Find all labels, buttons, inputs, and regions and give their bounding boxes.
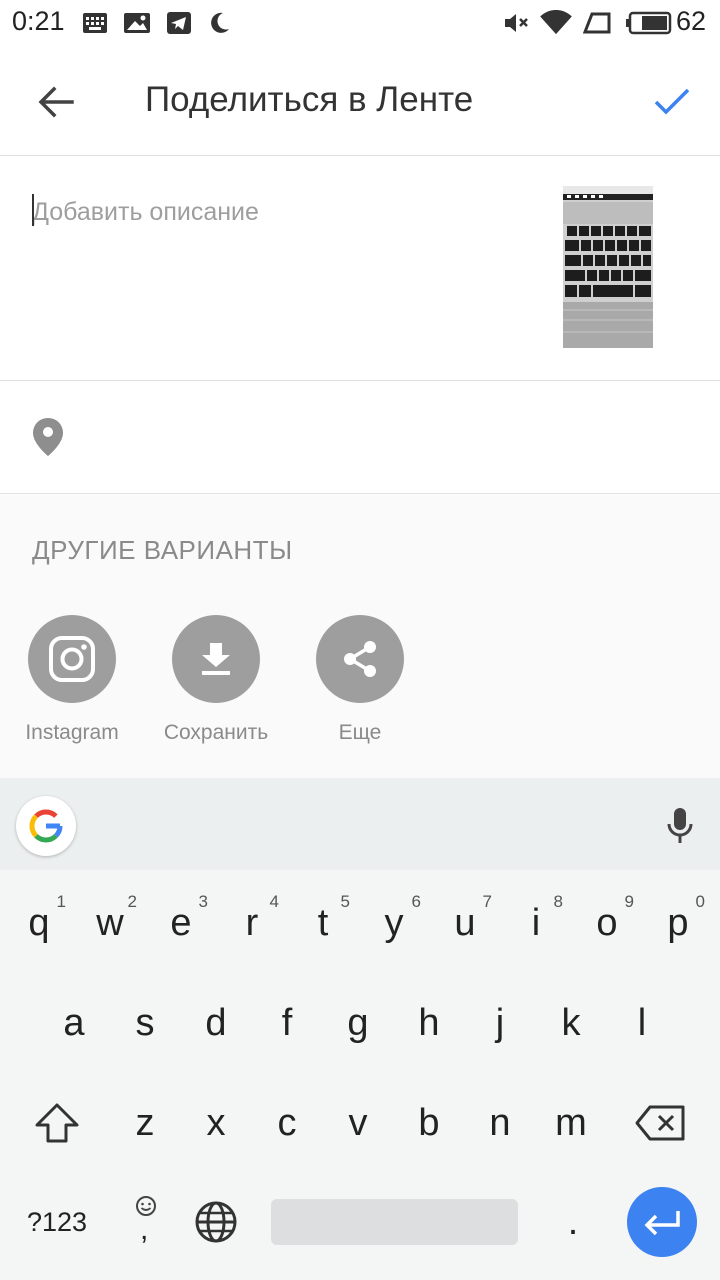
key-p[interactable]: p0 [643, 878, 713, 968]
back-button[interactable] [26, 74, 86, 130]
microphone-icon [667, 808, 693, 843]
key-y[interactable]: y6 [359, 878, 429, 968]
wifi-icon [540, 10, 572, 35]
voice-input-button[interactable] [656, 800, 704, 852]
key-x[interactable]: x [181, 1078, 251, 1168]
key-l[interactable]: l [607, 978, 677, 1068]
telegram-icon [167, 12, 191, 34]
key-m[interactable]: m [536, 1078, 606, 1168]
app-bar: Поделиться в Ленте [0, 46, 720, 156]
option-label: Сохранить [163, 721, 269, 744]
key-u[interactable]: u7 [430, 878, 500, 968]
text-cursor [32, 194, 34, 226]
enter-arrow-icon [644, 1211, 680, 1236]
battery-icon [626, 11, 672, 35]
key-o[interactable]: o9 [572, 878, 642, 968]
key-a[interactable]: a [39, 978, 109, 1068]
backspace-key[interactable] [626, 1078, 696, 1168]
key-f[interactable]: f [252, 978, 322, 1068]
post-button[interactable] [640, 72, 704, 132]
save-button[interactable]: Сохранить [146, 615, 286, 765]
key-d[interactable]: d [181, 978, 251, 1068]
photo-thumbnail[interactable] [563, 186, 653, 348]
google-search-button[interactable] [16, 796, 76, 856]
keyboard-suggestion-bar [0, 778, 720, 870]
status-bar: 0:21 62 [0, 0, 720, 46]
key-v[interactable]: v [323, 1078, 393, 1168]
arrow-back-icon [38, 86, 74, 118]
space-bar[interactable] [271, 1199, 518, 1245]
key-s[interactable]: s [110, 978, 180, 1068]
battery-level: 62 [676, 6, 707, 36]
period-key[interactable]: . [538, 1177, 608, 1267]
key-i[interactable]: i8 [501, 878, 571, 968]
key-j[interactable]: j [465, 978, 535, 1068]
signal-icon [582, 12, 611, 34]
do-not-disturb-moon-icon [211, 12, 229, 33]
description-area [0, 156, 720, 381]
key-g[interactable]: g [323, 978, 393, 1068]
key-e[interactable]: e3 [146, 878, 216, 968]
comma-label: , [140, 1213, 149, 1246]
key-w[interactable]: w2 [75, 878, 145, 968]
key-n[interactable]: n [465, 1078, 535, 1168]
backspace-icon [635, 1105, 685, 1141]
location-pin-icon [33, 418, 63, 456]
checkmark-icon [654, 88, 690, 115]
key-r[interactable]: r4 [217, 878, 287, 968]
key-k[interactable]: k [536, 978, 606, 1068]
google-g-icon [29, 809, 63, 843]
image-notification-icon [124, 13, 150, 33]
download-icon [202, 643, 230, 675]
other-options-title: ДРУГИЕ ВАРИАНТЫ [32, 535, 293, 565]
keyboard-photo-image [563, 186, 653, 348]
enter-key[interactable] [627, 1187, 697, 1257]
key-h[interactable]: h [394, 978, 464, 1068]
share-icon [344, 641, 376, 677]
key-q[interactable]: q1 [4, 878, 74, 968]
page-title: Поделиться в Ленте [145, 80, 474, 119]
more-share-button[interactable]: Еще [290, 615, 430, 765]
globe-icon [195, 1201, 237, 1243]
language-key[interactable] [181, 1177, 251, 1267]
key-c[interactable]: c [252, 1078, 322, 1168]
option-label: Instagram [25, 721, 119, 744]
keyboard-notification-icon [83, 13, 107, 33]
shift-key[interactable] [22, 1078, 92, 1168]
key-b[interactable]: b [394, 1078, 464, 1168]
symbols-key[interactable]: ?123 [14, 1177, 100, 1267]
status-time: 0:21 [12, 6, 65, 36]
shift-arrow-icon [35, 1103, 79, 1143]
emoji-comma-key[interactable]: , [110, 1177, 180, 1267]
location-row[interactable] [0, 382, 720, 494]
keyboard: q1 w2 e3 r4 t5 y6 u7 i8 o9 p0 a s d f g … [0, 870, 720, 1280]
mute-icon [505, 14, 528, 32]
key-z[interactable]: z [110, 1078, 180, 1168]
share-instagram-button[interactable]: Instagram [2, 615, 142, 765]
instagram-icon [49, 636, 95, 682]
key-t[interactable]: t5 [288, 878, 358, 968]
other-options-section: ДРУГИЕ ВАРИАНТЫ Instagram Сохранить Еще [0, 495, 720, 778]
description-input[interactable] [32, 192, 532, 232]
option-label: Еще [338, 721, 382, 744]
